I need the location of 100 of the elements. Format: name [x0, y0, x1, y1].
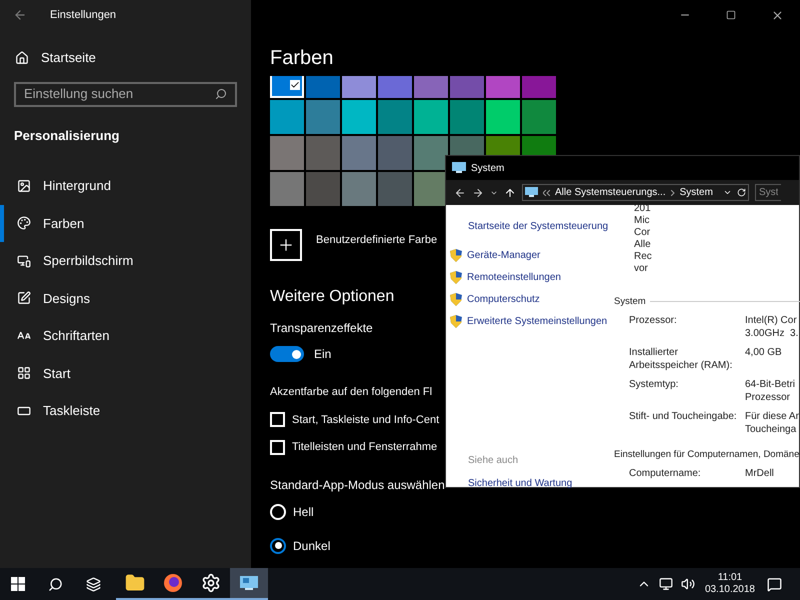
- info-text: vor: [634, 263, 649, 275]
- section-title: System: [614, 295, 646, 308]
- color-swatch[interactable]: [306, 172, 340, 206]
- back-icon[interactable]: [454, 186, 466, 198]
- picture-icon: [17, 178, 31, 193]
- radio-label: Hell: [293, 504, 314, 520]
- breadcrumb[interactable]: Alle Systemsteuerungs...: [555, 185, 666, 200]
- add-color-button[interactable]: [270, 229, 302, 261]
- maximize-icon: [726, 10, 736, 20]
- address-bar[interactable]: Alle Systemsteuerungs... System: [522, 184, 749, 201]
- folder-icon: [125, 573, 145, 593]
- checkbox-label: Titelleisten und Fensterrahme: [292, 440, 438, 455]
- property-value: MrDell: [745, 467, 774, 480]
- info-text: 201: [634, 203, 652, 215]
- property-value: Für diese Ar: [745, 410, 799, 423]
- radio-button[interactable]: [270, 538, 286, 554]
- monitor-icon: [525, 187, 538, 198]
- control-panel-link[interactable]: Startseite der Systemsteuerung: [468, 219, 614, 234]
- nav-item[interactable]: Designs: [0, 280, 251, 317]
- property-label: Prozessor:: [629, 314, 678, 328]
- nav-item[interactable]: Sperrbildschirm: [0, 242, 251, 280]
- see-also-link[interactable]: Sicherheit und Wartung: [468, 476, 614, 491]
- refresh-icon[interactable]: [737, 188, 746, 197]
- color-swatch[interactable]: [306, 136, 340, 170]
- property-label: Computername:: [629, 467, 702, 480]
- up-icon[interactable]: [504, 186, 516, 198]
- color-swatch[interactable]: [306, 100, 340, 134]
- tiles-icon: [17, 366, 31, 380]
- search-input: Einstellung suchen: [24, 84, 215, 104]
- property-label: Installierter Arbeitsspeicher (RAM):: [629, 346, 734, 372]
- see-also-heading: Siehe auch: [468, 454, 520, 468]
- task-view-icon: [86, 576, 100, 592]
- color-swatch[interactable]: [522, 100, 556, 134]
- shield-icon: [450, 271, 462, 284]
- property-label: Stift- und Toucheingabe:: [629, 410, 738, 424]
- window-title: Einstellungen: [50, 8, 116, 23]
- nav-item[interactable]: Taskleiste: [0, 392, 251, 430]
- property-value: Prozessor: [745, 391, 792, 404]
- nav-item[interactable]: Farben: [0, 204, 251, 242]
- home-icon: [15, 50, 29, 65]
- clock[interactable]: 11:01 03.10.2018: [704, 572, 755, 596]
- section-title: Einstellungen für Computernamen, Domäne: [614, 448, 800, 461]
- color-swatch[interactable]: [378, 172, 412, 206]
- color-swatch[interactable]: [450, 100, 484, 134]
- home-link[interactable]: Startseite: [15, 48, 251, 68]
- palette-icon: [17, 216, 31, 230]
- nav-item[interactable]: Hintergrund: [0, 167, 251, 204]
- settings-icon: [201, 573, 221, 593]
- section-heading: Weitere Optionen: [270, 287, 394, 307]
- double-chevron-icon: [543, 190, 550, 196]
- color-swatch[interactable]: [378, 100, 412, 134]
- property-value: 64-Bit-Betri: [745, 378, 796, 391]
- page-title: Farben: [270, 46, 334, 70]
- checkbox-label: Start, Taskleiste und Info-Cent: [292, 412, 440, 428]
- radio-label: Dunkel: [293, 538, 330, 554]
- color-swatch[interactable]: [486, 100, 520, 134]
- breadcrumb[interactable]: System: [680, 185, 713, 200]
- search-field[interactable]: Syst: [755, 184, 781, 201]
- color-swatch[interactable]: [342, 172, 376, 206]
- info-text: Rec: [634, 251, 653, 263]
- color-swatch[interactable]: [414, 172, 448, 206]
- monitor-icon: [452, 162, 466, 174]
- pen-icon: [17, 291, 31, 306]
- settings-link[interactable]: Remoteeinstellungen: [467, 270, 561, 285]
- color-swatch[interactable]: [342, 100, 376, 134]
- windows-logo-icon: [11, 577, 25, 591]
- network-icon[interactable]: [658, 577, 673, 591]
- app-mode-heading: Standard-App-Modus auswählen: [270, 476, 445, 494]
- notification-icon[interactable]: [767, 576, 782, 592]
- close-icon: [770, 8, 784, 22]
- search-icon: [215, 88, 227, 100]
- color-swatch[interactable]: [378, 136, 412, 170]
- shield-icon: [450, 315, 462, 328]
- accent-heading: Akzentfarbe auf den folgenden Fl: [270, 385, 432, 400]
- caret-icon[interactable]: [723, 188, 732, 197]
- search-field[interactable]: Einstellung suchen: [14, 82, 237, 106]
- info-text: Mic: [634, 215, 651, 227]
- forward-icon[interactable]: [472, 186, 484, 198]
- toggle-switch[interactable]: [270, 346, 304, 362]
- color-swatch[interactable]: [270, 136, 304, 170]
- nav-item[interactable]: Schriftarten: [0, 317, 251, 354]
- settings-link[interactable]: Computerschutz: [467, 292, 540, 307]
- property-value: 3.00GHz 3.: [745, 327, 798, 340]
- section-heading: Personalisierung: [14, 126, 120, 145]
- custom-color-label: Benutzerdefinierte Farbe: [316, 233, 438, 248]
- shield-icon: [450, 293, 462, 306]
- firefox-icon: [163, 573, 183, 593]
- color-swatch[interactable]: [414, 136, 448, 170]
- color-swatch[interactable]: [342, 136, 376, 170]
- color-swatch[interactable]: [270, 100, 304, 134]
- checkbox[interactable]: [270, 412, 285, 428]
- color-swatch[interactable]: [270, 172, 304, 206]
- color-swatch[interactable]: [414, 100, 448, 134]
- settings-link[interactable]: Geräte-Manager: [467, 248, 540, 263]
- settings-link[interactable]: Erweiterte Systemeinstellungen: [467, 314, 608, 329]
- volume-icon[interactable]: [680, 577, 695, 591]
- nav-item[interactable]: Start: [0, 354, 251, 392]
- info-text: Alle: [634, 239, 652, 251]
- property-value: Intel(R) Cor: [745, 314, 798, 327]
- checkbox[interactable]: [270, 440, 285, 455]
